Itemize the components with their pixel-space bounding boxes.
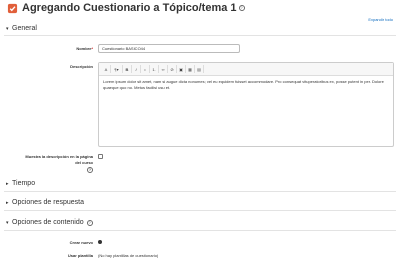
toolbar-toggle-icon[interactable]: A	[102, 65, 111, 73]
usar-plantilla-label: Usar plantilla	[67, 253, 93, 258]
usar-plantilla-value: (No hay plantillas de cuestionario)	[98, 253, 159, 258]
crear-nuevo-label: Crear nuevo	[69, 240, 93, 245]
numbered-list-icon[interactable]: 1.	[150, 65, 159, 73]
section-opciones-contenido-label: Opciones de contenido	[12, 219, 84, 226]
section-opciones-contenido[interactable]: ▾ Opciones de contenido ?	[6, 219, 93, 226]
editor-toolbar: A ¶▾ B I • 1. ∞ ⊘ ▣ ▦ ▤	[99, 63, 393, 76]
media-icon[interactable]: ▦	[186, 65, 195, 73]
page-title: Agregando Cuestionario a Tópico/tema 1	[22, 2, 237, 14]
paragraph-style-icon[interactable]: ¶▾	[111, 65, 123, 73]
section-tiempo[interactable]: ▸ Tiempo	[6, 180, 35, 187]
description-label: Descripción	[70, 64, 93, 69]
show-description-checkbox[interactable]	[98, 154, 103, 159]
bullet-list-icon[interactable]: •	[141, 65, 150, 73]
name-label: Nombre*	[76, 46, 93, 51]
description-text[interactable]: Lorem ipsum dolor sit amet, nam si augue…	[99, 76, 393, 94]
italic-icon[interactable]: I	[132, 65, 141, 73]
divider	[4, 230, 396, 231]
divider	[4, 210, 396, 211]
link-icon[interactable]: ∞	[159, 65, 168, 73]
section-opciones-respuesta[interactable]: ▸ Opciones de respuesta	[6, 199, 84, 206]
show-description-label: Muestra la descripción en la página del …	[25, 154, 93, 173]
file-manager-icon[interactable]: ▤	[195, 65, 204, 73]
show-description-label-line2: del curso	[75, 160, 93, 165]
bold-icon[interactable]: B	[123, 65, 132, 73]
section-general[interactable]: ▾ General	[6, 25, 37, 32]
divider	[4, 35, 396, 36]
expand-all-link[interactable]: Expandir todo	[368, 17, 393, 22]
crear-nuevo-radio[interactable]	[98, 240, 102, 244]
help-icon[interactable]: ?	[86, 219, 93, 226]
name-label-text: Nombre	[76, 46, 92, 51]
page-title-row: Agregando Cuestionario a Tópico/tema 1 ?	[7, 2, 245, 14]
section-general-label: General	[12, 25, 37, 32]
description-editor[interactable]: A ¶▾ B I • 1. ∞ ⊘ ▣ ▦ ▤ Lorem ipsum dolo…	[98, 62, 394, 147]
section-tiempo-label: Tiempo	[12, 180, 36, 187]
section-opciones-respuesta-label: Opciones de respuesta	[12, 199, 84, 206]
unlink-icon[interactable]: ⊘	[168, 65, 177, 73]
name-field[interactable]	[98, 44, 240, 53]
image-icon[interactable]: ▣	[177, 65, 186, 73]
required-marker: *	[91, 46, 93, 51]
quiz-icon	[7, 3, 18, 13]
help-icon[interactable]: ?	[87, 167, 93, 173]
divider	[4, 191, 396, 192]
help-icon[interactable]: ?	[238, 5, 245, 11]
